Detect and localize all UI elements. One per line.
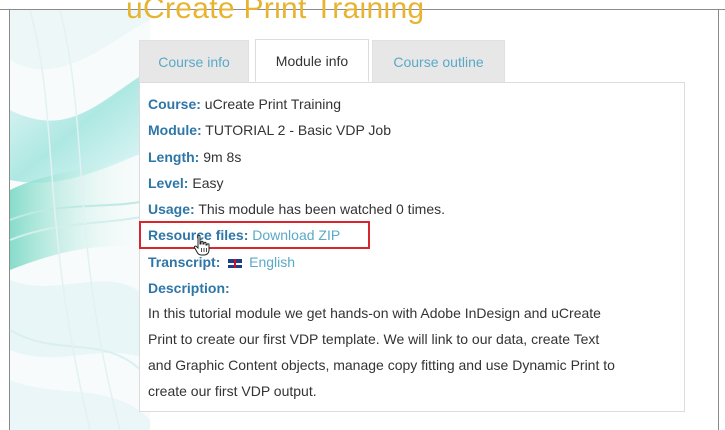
level-row: Level: Easy <box>148 175 223 191</box>
course-label: Course: <box>148 96 201 112</box>
highlight-box <box>139 221 370 249</box>
description-line: Print to create our first VDP template. … <box>148 331 600 347</box>
usage-row: Usage: This module has been watched 0 ti… <box>148 201 445 217</box>
usage-label: Usage: <box>148 201 195 217</box>
hand-cursor-icon <box>193 234 210 256</box>
tab-course-info[interactable]: Course info <box>139 40 249 82</box>
decorative-background <box>9 9 150 430</box>
page-title: uCreate Print Training <box>126 0 425 25</box>
description-text: In this tutorial module we get hands-on … <box>148 300 678 404</box>
length-row: Length: 9m 8s <box>148 149 241 165</box>
transcript-label: Transcript: <box>148 254 221 270</box>
level-value: Easy <box>192 175 224 191</box>
tab-module-info[interactable]: Module info <box>255 39 369 82</box>
description-line: and Graphic Content objects, manage copy… <box>148 357 615 373</box>
window-frame-right <box>718 9 719 430</box>
transcript-english-link[interactable]: English <box>249 254 295 270</box>
description-line: In this tutorial module we get hands-on … <box>148 305 601 321</box>
tab-course-outline[interactable]: Course outline <box>372 40 505 82</box>
usage-value: This module has been watched 0 times. <box>198 201 446 217</box>
course-value: uCreate Print Training <box>204 96 341 112</box>
description-row: Description: <box>148 280 230 296</box>
uk-flag-icon <box>228 259 243 268</box>
transcript-row: Transcript: English <box>148 254 295 270</box>
description-label: Description: <box>148 280 230 296</box>
module-row: Module: TUTORIAL 2 - Basic VDP Job <box>148 122 391 138</box>
level-label: Level: <box>148 175 189 191</box>
module-value: TUTORIAL 2 - Basic VDP Job <box>205 122 391 138</box>
course-row: Course: uCreate Print Training <box>148 96 341 112</box>
length-value: 9m 8s <box>203 149 242 165</box>
length-label: Length: <box>148 149 200 165</box>
module-label: Module: <box>148 122 202 138</box>
description-line: create our first VDP output. <box>148 383 317 399</box>
